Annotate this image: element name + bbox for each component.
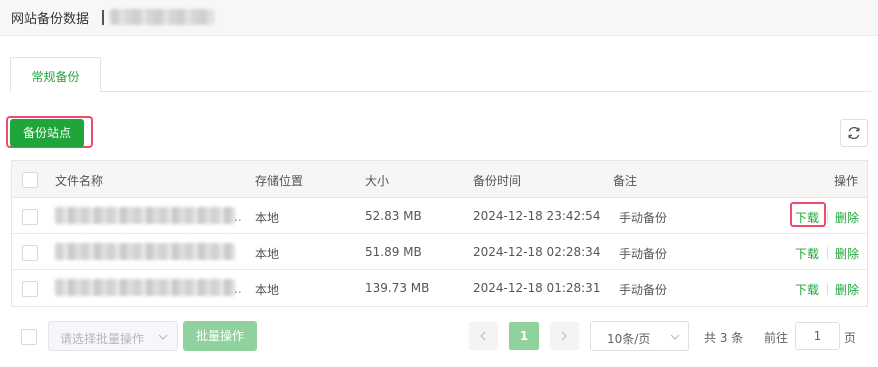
row-time: 2024-12-18 02:28:34: [473, 245, 601, 259]
delete-link[interactable]: 删除: [835, 281, 859, 298]
chevron-down-icon: [158, 334, 168, 340]
row-time: 2024-12-18 01:28:31: [473, 281, 601, 295]
title-divider: [102, 10, 104, 25]
title-bar: 网站备份数据: [0, 0, 878, 36]
select-all-checkbox[interactable]: [22, 172, 38, 188]
chevron-down-icon: [670, 334, 680, 340]
action-divider: [827, 211, 828, 223]
row-location: 本地: [255, 211, 280, 225]
page-size-value: 10条/页: [607, 332, 651, 346]
row-location: 本地: [255, 247, 280, 261]
page-number-current[interactable]: 1: [509, 322, 539, 350]
prev-page-button[interactable]: [469, 322, 498, 350]
redacted-site-name: [110, 9, 214, 25]
tab-regular-backup[interactable]: 常规备份: [10, 57, 101, 92]
filename-ellipsis: ..: [234, 210, 242, 224]
backup-site-button[interactable]: 备份站点: [10, 119, 84, 147]
row-checkbox[interactable]: [22, 209, 38, 225]
row-time: 2024-12-18 23:42:54: [473, 209, 601, 223]
col-time: 备份时间: [473, 174, 522, 188]
batch-operation-button[interactable]: 批量操作: [183, 321, 257, 351]
col-filename: 文件名称: [55, 174, 104, 188]
page-unit-label: 页: [844, 331, 857, 345]
col-location: 存储位置: [255, 174, 304, 188]
page-title: 网站备份数据: [11, 12, 90, 27]
action-divider: [827, 283, 828, 295]
delete-link[interactable]: 删除: [835, 209, 859, 226]
goto-label: 前往: [764, 331, 789, 345]
table-row: .. 本地 139.73 MB 2024-12-18 01:28:31 手动备份…: [12, 270, 867, 306]
refresh-icon: [848, 126, 860, 140]
row-note: 手动备份: [619, 247, 668, 261]
download-link[interactable]: 下载: [795, 209, 819, 226]
chevron-right-icon: [561, 331, 567, 341]
row-location: 本地: [255, 283, 280, 297]
row-note: 手动备份: [619, 283, 668, 297]
row-size: 51.89 MB: [365, 245, 422, 259]
download-link[interactable]: 下载: [795, 245, 819, 262]
row-checkbox[interactable]: [22, 281, 38, 297]
batch-select-placeholder: 请选择批量操作: [60, 332, 145, 346]
row-checkbox[interactable]: [22, 245, 38, 261]
col-actions: 操作: [834, 174, 859, 188]
backup-table: 文件名称 存储位置 大小 备份时间 备注 操作 .. 本地 52.83 MB 2…: [11, 160, 868, 307]
table-row: .. 本地 52.83 MB 2024-12-18 23:42:54 手动备份 …: [12, 198, 867, 234]
filename-ellipsis: ..: [234, 282, 242, 296]
page-size-select[interactable]: 10条/页: [590, 321, 689, 351]
row-size: 52.83 MB: [365, 209, 422, 223]
table-header: 文件名称 存储位置 大小 备份时间 备注 操作: [12, 161, 867, 198]
goto-page-input[interactable]: 1: [795, 322, 840, 350]
redacted-filename: [55, 279, 235, 296]
col-note: 备注: [613, 174, 638, 188]
tabs-baseline: [10, 91, 871, 92]
row-note: 手动备份: [619, 211, 668, 225]
total-count: 共 3 条: [704, 331, 744, 345]
redacted-filename: [55, 207, 235, 224]
chevron-left-icon: [480, 331, 486, 341]
action-divider: [827, 247, 828, 259]
table-row: 本地 51.89 MB 2024-12-18 02:28:34 手动备份 下载 …: [12, 234, 867, 270]
redacted-filename: [55, 243, 235, 260]
tab-label: 常规备份: [31, 70, 80, 84]
footer-select-all-checkbox[interactable]: [21, 329, 37, 345]
next-page-button[interactable]: [550, 322, 579, 350]
batch-operation-select[interactable]: 请选择批量操作: [48, 321, 178, 351]
refresh-button[interactable]: [840, 119, 868, 147]
download-link[interactable]: 下载: [795, 281, 819, 298]
row-size: 139.73 MB: [365, 281, 430, 295]
col-size: 大小: [365, 174, 390, 188]
delete-link[interactable]: 删除: [835, 245, 859, 262]
